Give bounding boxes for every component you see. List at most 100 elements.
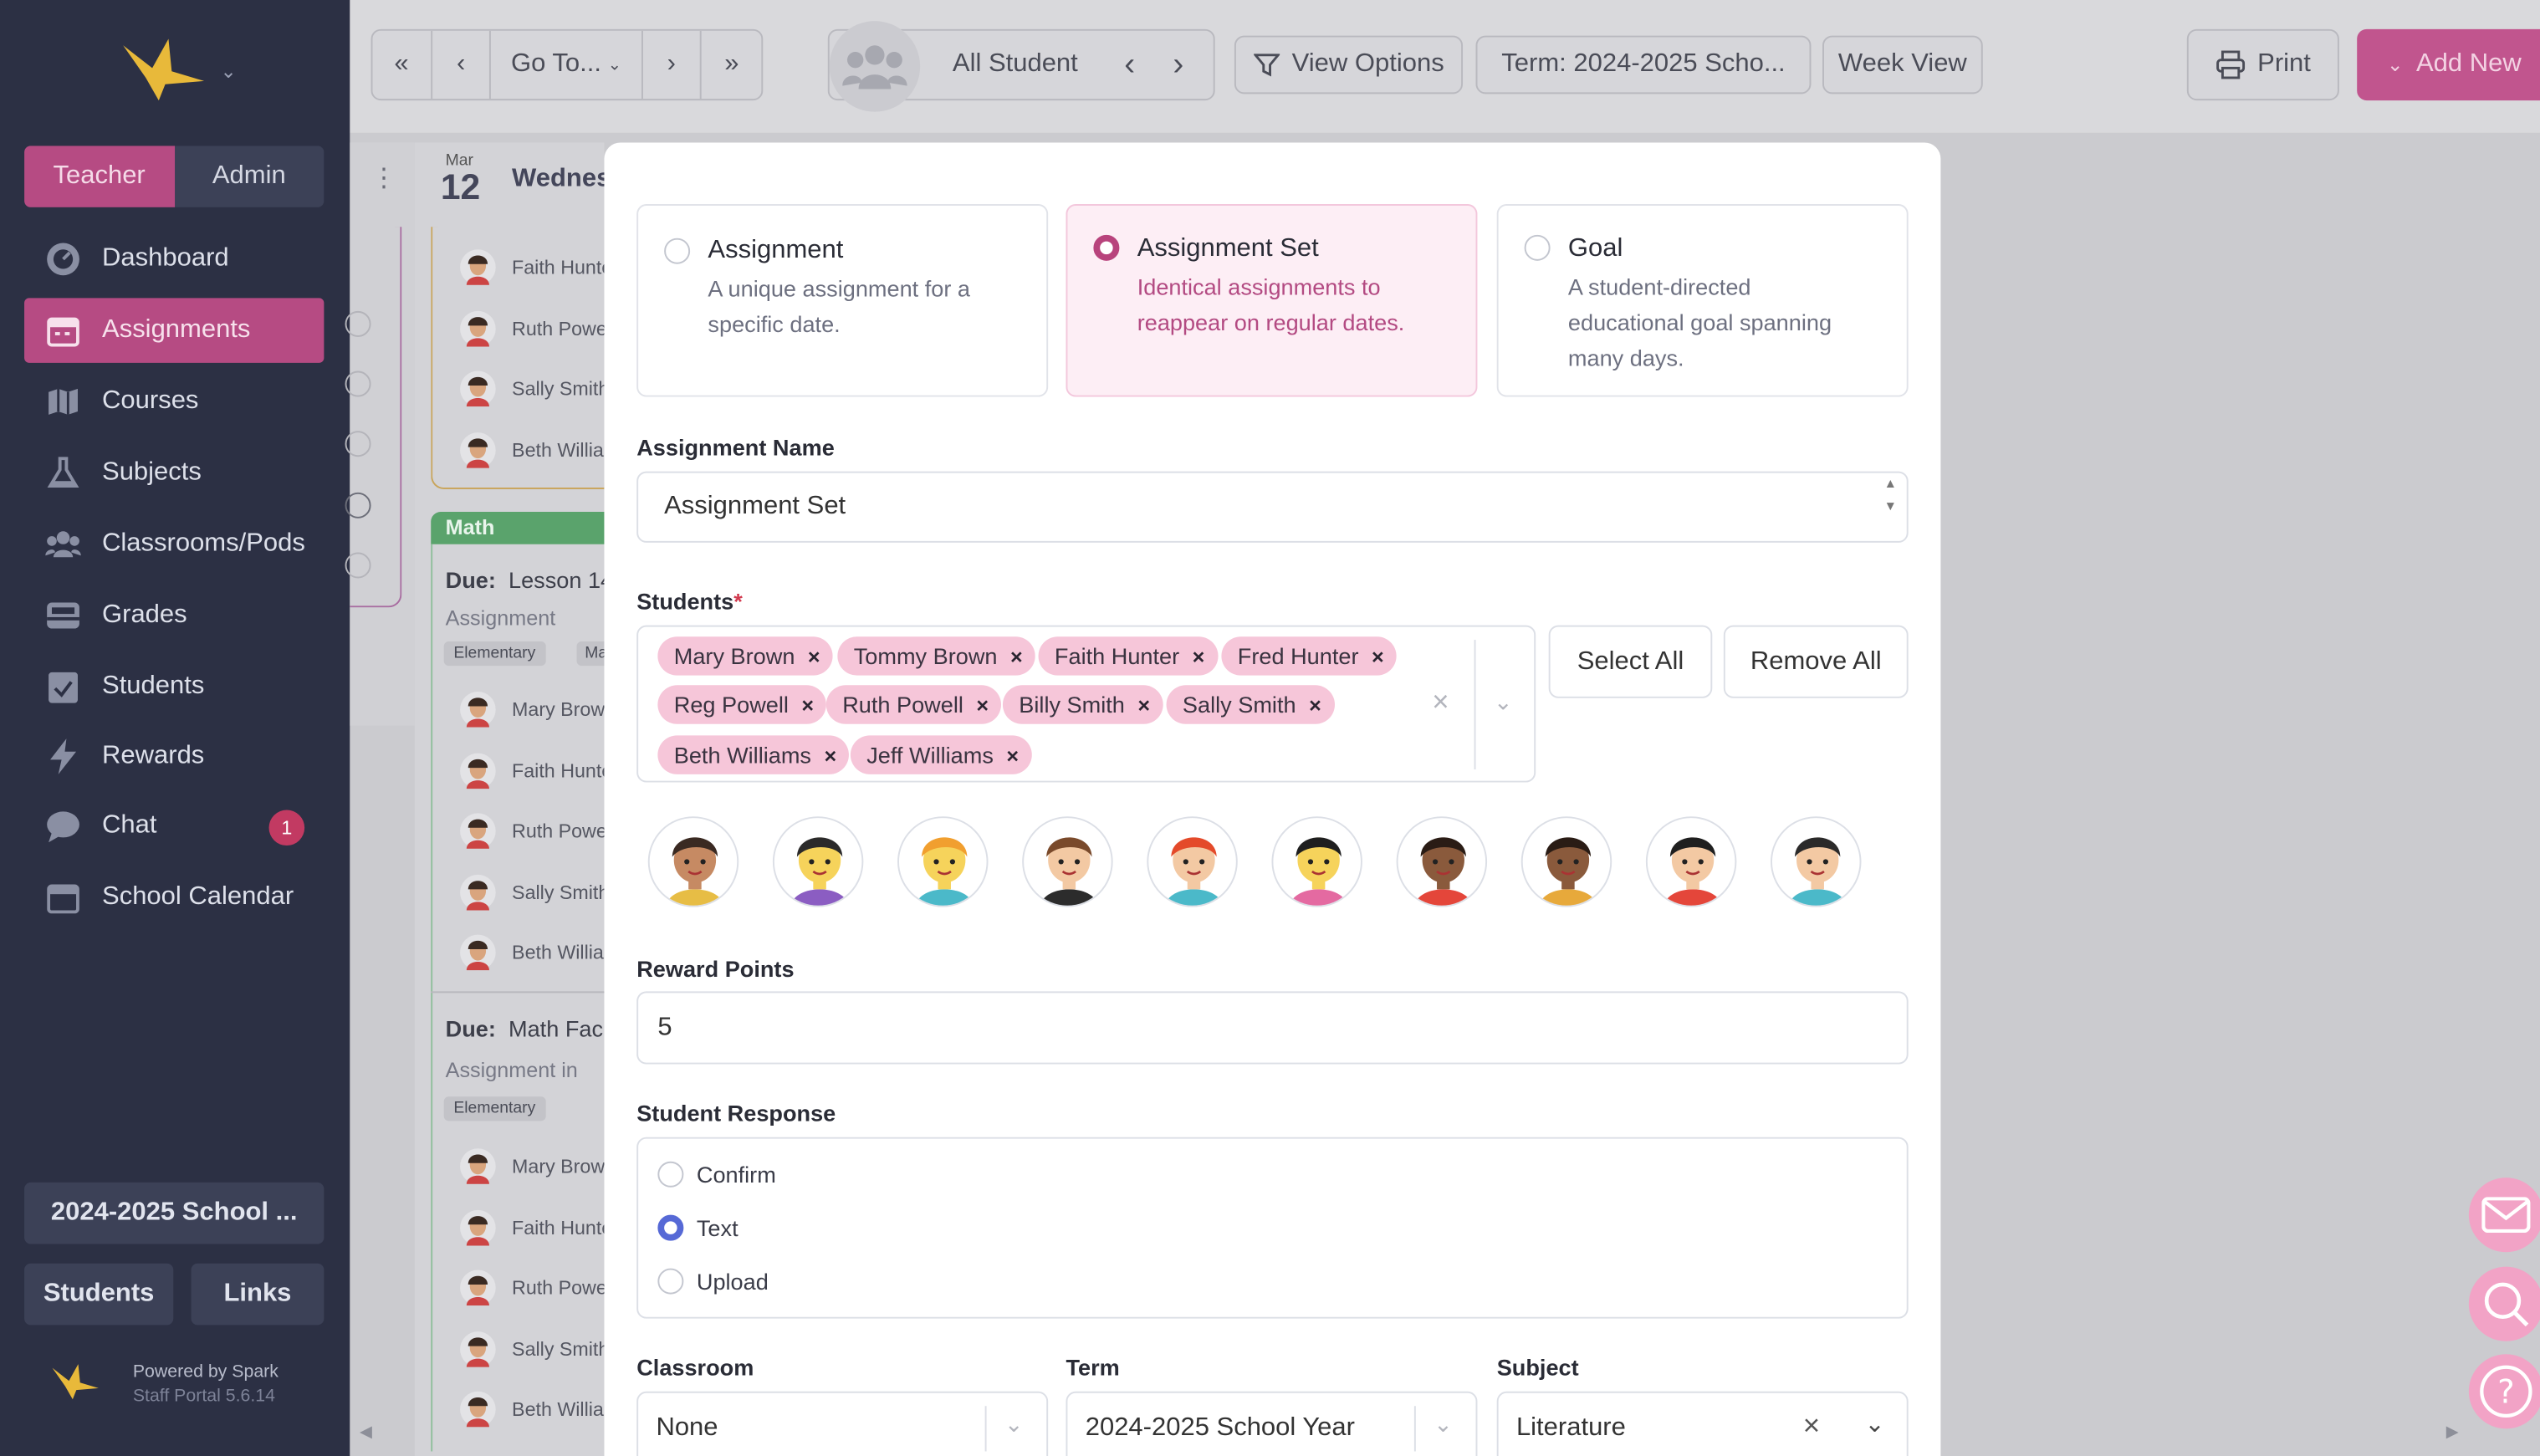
blocked-icon[interactable]	[345, 492, 371, 519]
response-option-upload[interactable]: Upload	[657, 1268, 769, 1295]
student-row[interactable]: Ruth Powe	[460, 813, 607, 851]
sidebar-item-chat[interactable]: Chat 1	[24, 794, 324, 858]
spark-logo-icon[interactable]	[116, 36, 207, 104]
sidebar-item-grades[interactable]: Grades	[24, 583, 324, 647]
student-avatar[interactable]	[772, 816, 864, 907]
status-circle[interactable]	[345, 310, 371, 337]
student-avatar[interactable]	[1147, 816, 1238, 907]
sidebar-item-school-calendar[interactable]: School Calendar	[24, 865, 324, 929]
student-avatar[interactable]	[647, 816, 739, 907]
radio-button[interactable]	[657, 1268, 684, 1295]
chip-remove-icon[interactable]: ×	[808, 644, 820, 668]
classroom-select[interactable]: None ⌄	[636, 1391, 1049, 1456]
student-row[interactable]: Ruth Powe	[460, 1270, 607, 1309]
students-multiselect[interactable]: Mary Brown × Tommy Brown × Faith Hunter × Fred…	[636, 625, 1536, 783]
next-student-icon[interactable]: ›	[1173, 47, 1183, 84]
chip-remove-icon[interactable]: ×	[976, 692, 989, 717]
type-option-assignment[interactable]: Assignment A unique assignment for a spe…	[636, 204, 1049, 397]
reward-points-input[interactable]: 5	[636, 991, 1909, 1065]
status-circle[interactable]	[345, 552, 371, 579]
radio-button[interactable]	[657, 1161, 684, 1188]
search-button[interactable]	[2468, 1266, 2540, 1341]
student-row[interactable]: Mary Brow	[460, 1148, 605, 1187]
student-avatar[interactable]	[1520, 816, 1612, 907]
student-chip[interactable]: Sally Smith ×	[1166, 685, 1335, 724]
clear-icon[interactable]: ×	[1432, 685, 1449, 719]
next-icon[interactable]: ›	[642, 30, 703, 100]
select-all-button[interactable]: Select All	[1548, 625, 1713, 698]
chip-remove-icon[interactable]: ×	[824, 743, 836, 767]
student-avatar[interactable]	[1396, 816, 1488, 907]
student-avatar[interactable]	[1645, 816, 1737, 907]
student-row[interactable]: Ruth Powe	[460, 309, 607, 349]
student-row[interactable]: Faith Hunte	[460, 1208, 612, 1248]
chevron-down-icon[interactable]: ⌄	[1494, 688, 1513, 716]
student-chip[interactable]: Ruth Powell ×	[825, 685, 1002, 724]
subject-select[interactable]: Literature × ⌄	[1496, 1391, 1909, 1456]
sidebar-item-dashboard[interactable]: Dashboard	[24, 227, 324, 291]
school-year-button[interactable]: 2024-2025 School ...	[24, 1182, 325, 1244]
chevron-down-icon[interactable]: ⌄	[1004, 1411, 1024, 1438]
help-button[interactable]: ?	[2468, 1354, 2540, 1429]
chip-remove-icon[interactable]: ×	[1010, 644, 1023, 668]
student-chip[interactable]: Tommy Brown ×	[837, 636, 1036, 676]
sidebar-item-courses[interactable]: Courses	[24, 370, 324, 434]
sidebar-item-subjects[interactable]: Subjects	[24, 441, 324, 505]
more-vertical-icon[interactable]: ⋮	[371, 162, 397, 195]
status-circle[interactable]	[345, 431, 371, 457]
response-option-confirm[interactable]: Confirm	[657, 1161, 776, 1188]
student-chip[interactable]: Jeff Williams ×	[850, 735, 1032, 774]
links-button[interactable]: Links	[191, 1263, 325, 1326]
student-avatar[interactable]	[1022, 816, 1113, 907]
students-quick-button[interactable]: Students	[24, 1263, 174, 1326]
radio-button-selected[interactable]	[657, 1214, 684, 1241]
chevron-down-icon[interactable]: ⌄	[220, 60, 236, 83]
previous-student-icon[interactable]: ‹	[1124, 47, 1135, 84]
previous-icon[interactable]: ‹	[432, 30, 492, 100]
student-row[interactable]: Beth Willia	[460, 432, 604, 470]
student-row[interactable]: Faith Hunte	[460, 752, 612, 791]
student-avatar[interactable]	[1771, 816, 1862, 907]
chevron-down-icon[interactable]: ⌄	[1434, 1411, 1453, 1438]
radio-button-selected[interactable]	[1093, 234, 1120, 261]
term-select[interactable]: 2024-2025 School Year ⌄	[1066, 1391, 1478, 1456]
term-dropdown[interactable]: Term: 2024-2025 Scho...	[1475, 35, 1812, 95]
due-item-2[interactable]: Due: Math Fac	[446, 1015, 603, 1041]
role-admin-button[interactable]: Admin	[174, 146, 325, 207]
sidebar-item-rewards[interactable]: Rewards	[24, 724, 324, 789]
chip-remove-icon[interactable]: ×	[801, 692, 814, 717]
goto-dropdown[interactable]: Go To... ⌄	[492, 30, 643, 100]
chip-remove-icon[interactable]: ×	[1309, 692, 1321, 717]
chip-remove-icon[interactable]: ×	[1372, 644, 1384, 668]
chip-remove-icon[interactable]: ×	[1137, 692, 1150, 717]
role-teacher-button[interactable]: Teacher	[24, 146, 175, 207]
student-avatar[interactable]	[1271, 816, 1362, 907]
student-chip[interactable]: Mary Brown ×	[657, 636, 834, 676]
sidebar-item-students[interactable]: Students	[24, 655, 324, 719]
due-item-1[interactable]: Due: Lesson 14	[446, 567, 613, 593]
student-chip[interactable]: Fred Hunter ×	[1221, 636, 1398, 676]
type-option-assignment-set[interactable]: Assignment Set Identical assignments to …	[1066, 204, 1478, 397]
student-row[interactable]: Beth Willia	[460, 934, 604, 973]
spinner-icon[interactable]: ▲ ▼	[1884, 473, 1897, 519]
chip-remove-icon[interactable]: ×	[1193, 644, 1205, 668]
student-row[interactable]: Faith Hunte	[460, 249, 612, 288]
message-button[interactable]	[2468, 1178, 2540, 1253]
student-chip[interactable]: Billy Smith ×	[1002, 685, 1163, 724]
scroll-right-icon[interactable]: ▶	[2446, 1424, 2459, 1442]
student-row[interactable]: Sally Smith	[460, 370, 609, 410]
student-row[interactable]: Sally Smith	[460, 1331, 609, 1369]
student-chip[interactable]: Beth Williams ×	[657, 735, 850, 774]
radio-button[interactable]	[664, 238, 691, 264]
student-chip[interactable]: Faith Hunter ×	[1038, 636, 1218, 676]
last-page-icon[interactable]: »	[702, 31, 761, 99]
status-circle[interactable]	[345, 370, 371, 397]
student-row[interactable]: Beth Willia	[460, 1391, 604, 1430]
week-view-button[interactable]: Week View	[1822, 35, 1983, 95]
chevron-down-icon[interactable]: ⌄	[1864, 1409, 1884, 1438]
sidebar-item-classrooms[interactable]: Classrooms/Pods	[24, 512, 324, 576]
first-page-icon[interactable]: «	[372, 30, 432, 100]
type-option-goal[interactable]: Goal A student-directed educational goal…	[1496, 204, 1909, 397]
clear-icon[interactable]: ×	[1803, 1409, 1820, 1443]
remove-all-button[interactable]: Remove All	[1723, 625, 1909, 698]
